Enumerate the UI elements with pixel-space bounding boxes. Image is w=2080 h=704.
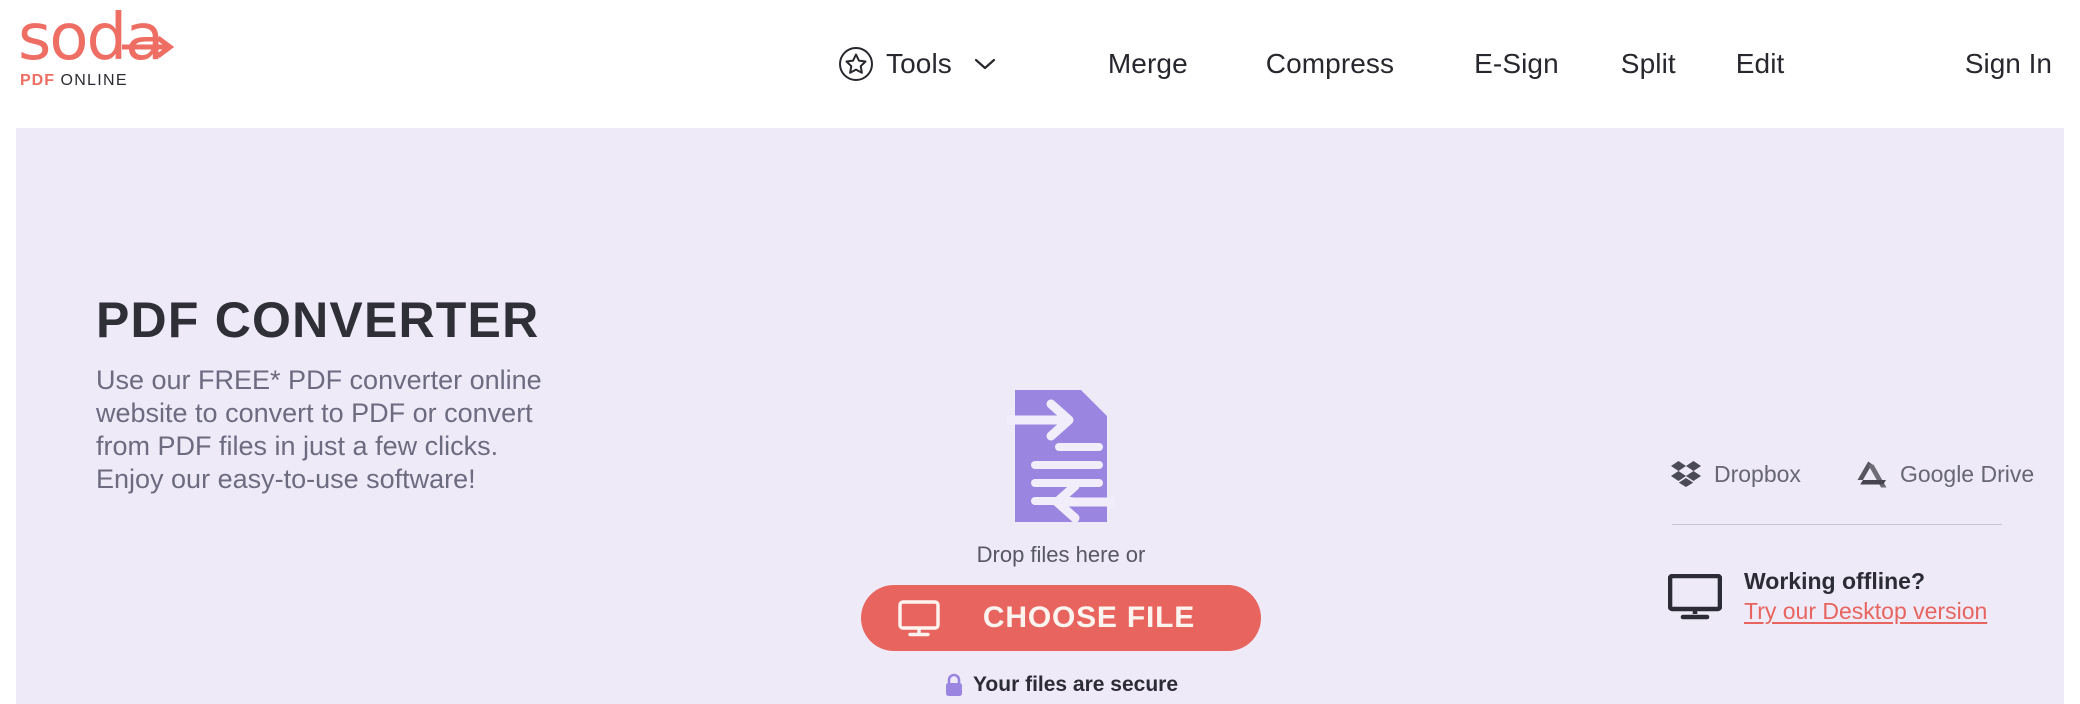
right-column-divider xyxy=(1672,524,2002,525)
offline-question: Working offline? xyxy=(1744,568,1926,594)
cloud-source-dropbox-label: Dropbox xyxy=(1714,461,1801,487)
cloud-source-dropbox[interactable]: Dropbox xyxy=(1671,460,1801,488)
nav-item-edit-label: Edit xyxy=(1735,48,1785,79)
hero-text-block: PDF CONVERTER Use our FREE* PDF converte… xyxy=(96,292,566,496)
logo-subtitle: PDF ONLINE xyxy=(20,72,128,90)
lock-icon xyxy=(945,673,962,696)
hero-description: Use our FREE* PDF converter online websi… xyxy=(96,365,542,494)
nav-item-merge-label: Merge xyxy=(1107,48,1188,79)
page-title: PDF CONVERTER xyxy=(96,292,540,348)
cloud-source-google-drive[interactable]: Google Drive xyxy=(1857,461,2034,488)
choose-file-button[interactable]: CHOOSE FILE xyxy=(861,585,1261,651)
logo-sub-pdf: PDF xyxy=(20,72,55,89)
site-header: soda PDF ONLINE Tools Merge Compress E-S… xyxy=(0,0,2080,128)
nav-item-split-label: Split xyxy=(1620,48,1676,79)
dropbox-icon xyxy=(1671,461,1701,487)
nav-item-tools-label: Tools xyxy=(886,48,952,79)
nav-item-split[interactable]: Split xyxy=(1621,48,1676,80)
offline-text-block: Working offline? Try our Desktop version xyxy=(1744,568,1987,625)
desktop-version-link[interactable]: Try our Desktop version xyxy=(1744,598,1987,625)
cloud-source-google-drive-label: Google Drive xyxy=(1899,461,2035,487)
nav-item-compress-label: Compress xyxy=(1265,48,1395,79)
page-root: soda PDF ONLINE Tools Merge Compress E-S… xyxy=(0,0,2080,704)
nav-item-edit[interactable]: Edit xyxy=(1736,48,1785,80)
monitor-icon xyxy=(898,600,940,637)
logo-sodapdf[interactable]: soda PDF ONLINE xyxy=(18,6,218,106)
nav-item-tools[interactable]: Tools xyxy=(838,46,996,82)
hero-section: PDF CONVERTER Use our FREE* PDF converte… xyxy=(16,128,2064,704)
google-drive-icon xyxy=(1857,461,1887,487)
nav-item-merge[interactable]: Merge xyxy=(1108,48,1188,80)
star-circle-icon xyxy=(839,47,873,81)
file-drop-area[interactable]: Drop files here or CHOOSE FILE Your file… xyxy=(861,390,1261,697)
nav-item-compress[interactable]: Compress xyxy=(1266,48,1394,80)
nav-item-esign[interactable]: E-Sign xyxy=(1474,48,1559,80)
sign-in-label: Sign In xyxy=(1964,48,2052,79)
pdf-convert-document-icon xyxy=(1007,390,1115,522)
chevron-down-icon xyxy=(974,58,995,70)
files-secure-notice: Your files are secure xyxy=(944,673,1178,697)
choose-file-label: CHOOSE FILE xyxy=(982,601,1196,634)
main-nav: Tools Merge Compress E-Sign Split Edit xyxy=(838,0,1784,128)
arrow-right-icon xyxy=(122,36,174,58)
offline-desktop-promo: Working offline? Try our Desktop version xyxy=(1668,568,1987,625)
logo-sub-online: ONLINE xyxy=(60,72,128,89)
desktop-monitor-icon xyxy=(1668,573,1722,619)
files-secure-label: Your files are secure xyxy=(972,673,1179,696)
nav-item-esign-label: E-Sign xyxy=(1474,48,1559,79)
sign-in-link[interactable]: Sign In xyxy=(1965,0,2052,128)
drop-files-hint: Drop files here or xyxy=(976,542,1146,567)
right-edge-strip xyxy=(2064,128,2080,704)
cloud-import-row: Dropbox Google Drive xyxy=(1671,460,2034,488)
